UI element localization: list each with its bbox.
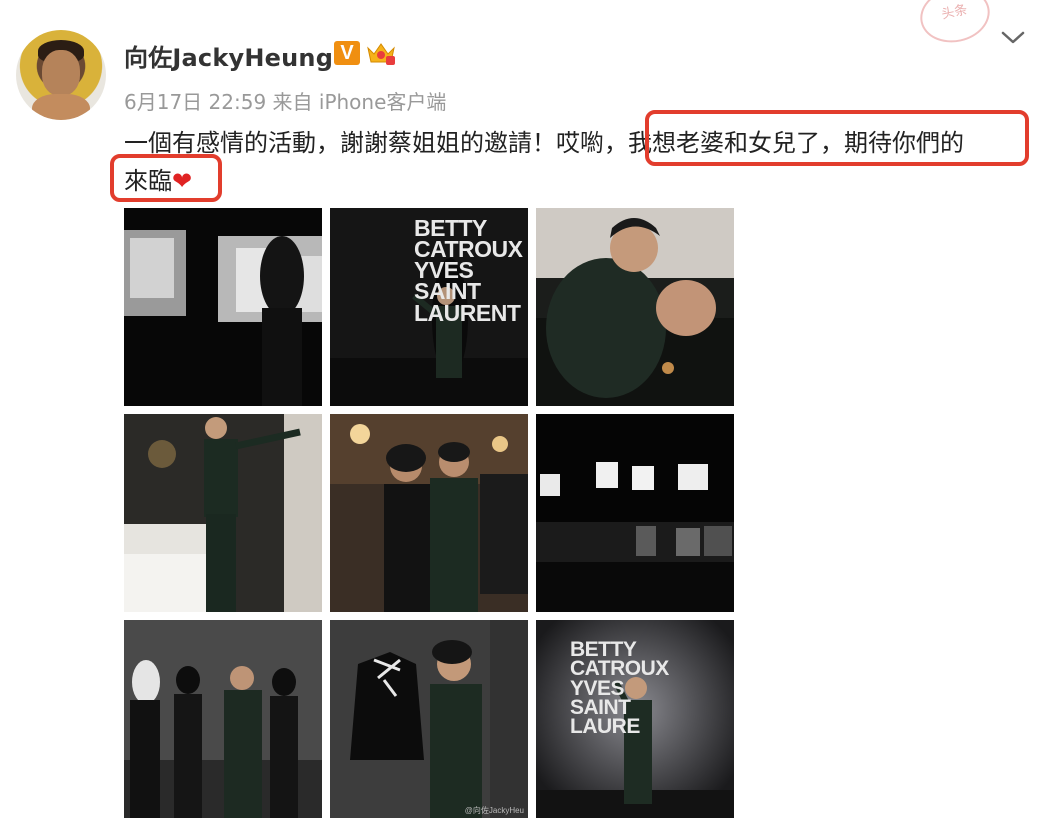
stamp-watermark: 头条 — [915, 0, 995, 49]
highlight-box-1 — [645, 110, 1029, 166]
photo-4[interactable] — [124, 414, 322, 612]
highlight-box-2 — [110, 154, 222, 202]
post-meta: 6月17日 22:59 来自 iPhone客户端 — [124, 90, 447, 114]
photo-3[interactable] — [536, 208, 734, 406]
photo-grid: BETTY CATROUX YVES SAINT LAURENT @向佐Jack… — [124, 208, 734, 820]
vip-crown-icon — [366, 40, 396, 66]
photo-6[interactable] — [536, 414, 734, 612]
post-text-part-1: 一個有感情的活動，謝謝蔡姐姐的邀請！哎喲， — [124, 129, 628, 157]
verified-badge: V — [334, 41, 360, 65]
photo-2-backdrop-text: BETTY CATROUX YVES SAINT LAURENT — [414, 215, 523, 326]
photo-5[interactable] — [330, 414, 528, 612]
photo-9[interactable]: BETTY CATROUX YVES SAINT LAURE — [536, 620, 734, 818]
photo-8-watermark: @向佐JackyHeu — [464, 806, 524, 815]
photo-9-backdrop-text: BETTY CATROUX YVES SAINT LAURE — [570, 638, 669, 739]
photo-2[interactable]: BETTY CATROUX YVES SAINT LAURENT — [330, 208, 528, 406]
photo-1[interactable] — [124, 208, 322, 406]
chevron-down-icon[interactable] — [1000, 28, 1026, 48]
photo-7[interactable] — [124, 620, 322, 818]
photo-8[interactable]: @向佐JackyHeu — [330, 620, 528, 818]
avatar-body — [32, 94, 90, 120]
username[interactable]: 向佐JackyHeung — [124, 38, 333, 73]
avatar[interactable] — [16, 30, 106, 120]
avatar-face — [42, 50, 80, 96]
